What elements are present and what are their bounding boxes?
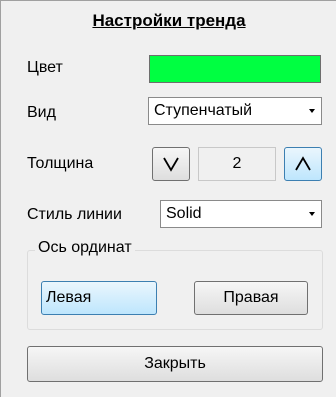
trend-settings-panel: Настройки тренда Цвет Вид Ступенчатый То… [0,0,336,397]
color-label: Цвет [27,59,63,76]
thickness-increase-button[interactable] [284,147,322,181]
thickness-label: Толщина [27,155,94,172]
y-axis-group-label: Ось ординат [35,239,135,257]
thickness-decrease-button[interactable] [152,147,190,181]
line-style-select-value: Solid [166,205,202,222]
type-select[interactable]: Ступенчатый [148,97,322,125]
color-swatch[interactable] [149,55,321,83]
line-style-label: Стиль линии [27,206,122,223]
dropdown-arrow-icon [309,109,315,113]
left-axis-button[interactable]: Левая [41,281,157,315]
right-axis-button[interactable]: Правая [194,281,308,315]
thickness-value[interactable]: 2 [198,147,276,181]
chevron-up-icon [295,156,311,171]
close-button[interactable]: Закрыть [27,346,323,382]
type-label: Вид [27,104,56,121]
chevron-down-icon [163,157,179,172]
panel-title: Настройки тренда [92,11,246,30]
type-select-value: Ступенчатый [154,102,253,119]
line-style-select[interactable]: Solid [160,200,322,228]
dropdown-arrow-icon [309,212,315,216]
